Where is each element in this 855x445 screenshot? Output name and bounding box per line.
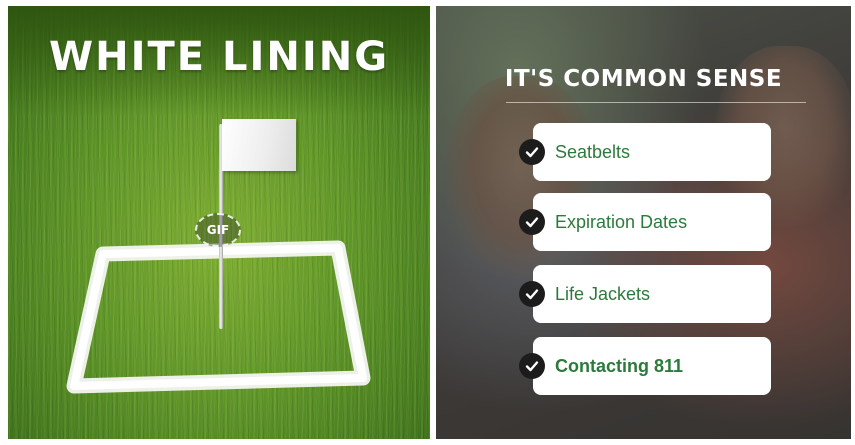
checkmark-icon bbox=[519, 209, 545, 235]
checkmark-icon bbox=[519, 139, 545, 165]
checklist-item: Expiration Dates bbox=[519, 193, 771, 251]
checklist-item-highlighted: Contacting 811 bbox=[519, 337, 771, 395]
checklist-item: Seatbelts bbox=[519, 123, 771, 181]
white-lining-graphic: WHITE LINING GIF bbox=[8, 6, 430, 439]
checkmark-icon bbox=[519, 281, 545, 307]
checklist: Seatbelts Expiration Dates Life Jackets … bbox=[436, 6, 851, 439]
checklist-item-label: Contacting 811 bbox=[555, 355, 684, 376]
common-sense-graphic: IT'S COMMON SENSE Seatbelts Expiration D… bbox=[436, 6, 851, 439]
checkmark-icon bbox=[519, 353, 545, 379]
gif-badge[interactable]: GIF bbox=[195, 213, 241, 247]
checklist-item-label: Life Jackets bbox=[555, 283, 651, 304]
checklist-item-label: Expiration Dates bbox=[555, 211, 688, 232]
checklist-item: Life Jackets bbox=[519, 265, 771, 323]
checklist-item-label: Seatbelts bbox=[555, 141, 631, 162]
marking-flag bbox=[222, 119, 296, 171]
